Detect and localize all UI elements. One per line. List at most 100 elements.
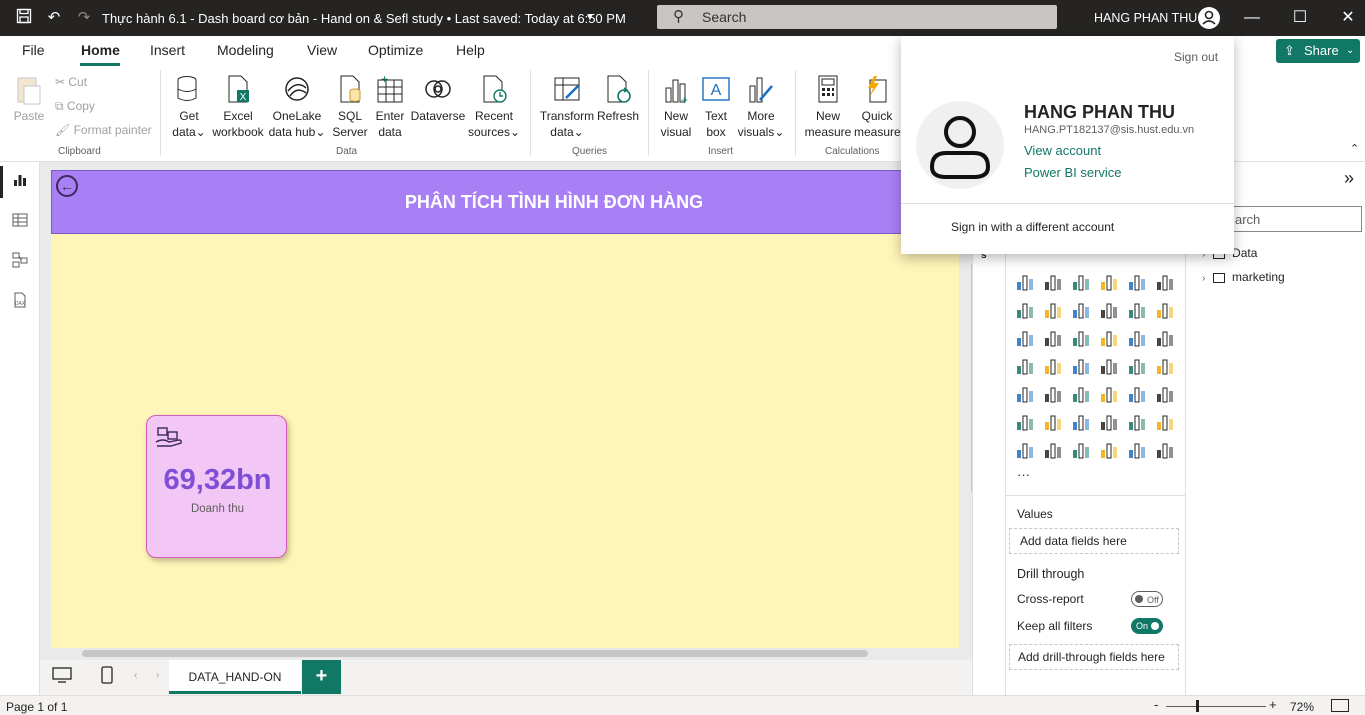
refresh-button[interactable]: Refresh bbox=[596, 74, 640, 124]
cut-button[interactable]: ✂ Cut bbox=[55, 75, 87, 89]
undo-icon[interactable]: ↶ bbox=[44, 8, 64, 28]
tab-insert[interactable]: Insert bbox=[150, 42, 185, 58]
maximize-icon[interactable]: ☐ bbox=[1288, 6, 1312, 30]
horizontal-scrollbar[interactable] bbox=[82, 650, 868, 657]
minimize-icon[interactable]: — bbox=[1240, 6, 1264, 30]
donut-visual-icon[interactable] bbox=[1155, 328, 1175, 348]
recent-sources-button[interactable]: Recent sources⌄ bbox=[466, 74, 522, 140]
onelake-button[interactable]: OneLake data hub⌄ bbox=[266, 74, 328, 140]
ribbon-visual-icon[interactable] bbox=[1099, 300, 1119, 320]
line-visual-icon[interactable] bbox=[1015, 300, 1035, 320]
new-card-visual-icon[interactable] bbox=[1099, 440, 1119, 460]
new-visual-button[interactable]: + New visual bbox=[656, 74, 696, 140]
multi-row-card-visual-icon[interactable] bbox=[1015, 384, 1035, 404]
user-avatar-icon[interactable] bbox=[1198, 7, 1220, 29]
zoom-in-button[interactable]: + bbox=[1269, 697, 1277, 712]
gauge-visual-icon[interactable] bbox=[1127, 356, 1147, 376]
scatter-visual-icon[interactable] bbox=[1099, 328, 1119, 348]
clustered-column-visual-icon[interactable] bbox=[1099, 272, 1119, 292]
stacked-column-visual-icon[interactable] bbox=[1043, 272, 1063, 292]
zoom-slider-thumb[interactable] bbox=[1196, 700, 1199, 712]
view-account-link[interactable]: View account bbox=[1024, 143, 1101, 158]
decomposition-tree-visual-icon[interactable] bbox=[1071, 412, 1091, 432]
kpi-card-revenue[interactable]: 69,32bn Doanh thu bbox=[146, 415, 287, 558]
pie-visual-icon[interactable] bbox=[1127, 328, 1147, 348]
dax-query-view-icon[interactable]: DAX bbox=[10, 292, 30, 312]
dataverse-button[interactable]: Dataverse bbox=[410, 74, 466, 124]
table-visual-icon[interactable] bbox=[1099, 384, 1119, 404]
add-page-button[interactable]: + bbox=[302, 660, 341, 694]
tab-modeling[interactable]: Modeling bbox=[217, 42, 274, 58]
zoom-slider-track[interactable] bbox=[1166, 706, 1266, 707]
new-measure-button[interactable]: New measure bbox=[804, 74, 852, 140]
paste-button[interactable]: Paste bbox=[12, 74, 46, 124]
slicer-visual-icon[interactable] bbox=[1071, 384, 1091, 404]
metrics-visual-icon[interactable] bbox=[1155, 412, 1175, 432]
next-page-icon[interactable]: › bbox=[156, 670, 159, 681]
report-view-icon[interactable] bbox=[10, 172, 30, 192]
more-visuals-button[interactable]: More visuals⌄ bbox=[736, 74, 786, 140]
tab-file[interactable]: File bbox=[22, 42, 45, 58]
sql-server-button[interactable]: SQL Server bbox=[330, 74, 370, 140]
fit-to-page-icon[interactable] bbox=[1331, 699, 1349, 712]
line-clustered-visual-icon[interactable] bbox=[1015, 328, 1035, 348]
power-automate-visual-icon[interactable] bbox=[1071, 440, 1091, 460]
azure-map-visual-icon[interactable] bbox=[1099, 356, 1119, 376]
collapse-ribbon-icon[interactable]: ⌃ bbox=[1350, 142, 1359, 155]
paginated-visual-icon[interactable] bbox=[1015, 440, 1035, 460]
transform-data-button[interactable]: Transform data⌄ bbox=[538, 74, 596, 140]
stacked-bar-visual-icon[interactable] bbox=[1015, 272, 1035, 292]
chevron-visual-icon[interactable] bbox=[1155, 440, 1175, 460]
quick-measure-button[interactable]: Quick measure bbox=[854, 74, 901, 140]
sign-out-link[interactable]: Sign out bbox=[1174, 50, 1218, 64]
key-influencers-visual-icon[interactable] bbox=[1043, 412, 1063, 432]
line-column-visual-icon[interactable] bbox=[1155, 300, 1175, 320]
enter-data-button[interactable]: + Enter data bbox=[372, 72, 408, 140]
matrix-visual-icon[interactable] bbox=[1127, 384, 1147, 404]
100-bar-visual-icon[interactable] bbox=[1127, 272, 1147, 292]
clustered-bar-visual-icon[interactable] bbox=[1071, 272, 1091, 292]
table-view-icon[interactable] bbox=[10, 212, 30, 232]
keep-filters-toggle[interactable]: On bbox=[1131, 618, 1163, 634]
r-visual-visual-icon[interactable] bbox=[1155, 384, 1175, 404]
treemap-visual-icon[interactable] bbox=[1015, 356, 1035, 376]
format-painter-button[interactable]: 🖌 Format painter bbox=[55, 123, 152, 137]
card-visual-icon[interactable] bbox=[1155, 356, 1175, 376]
funnel-bar-visual-icon[interactable] bbox=[1043, 328, 1063, 348]
chevron-down-icon[interactable]: ▼ bbox=[580, 8, 600, 28]
table-item-marketing[interactable]: › marketing bbox=[1202, 270, 1285, 284]
narrative-visual-icon[interactable] bbox=[1127, 412, 1147, 432]
tab-optimize[interactable]: Optimize bbox=[368, 42, 423, 58]
text-box-button[interactable]: A Text box bbox=[698, 74, 734, 140]
mobile-layout-icon[interactable] bbox=[100, 666, 114, 687]
more-visuals-ellipsis[interactable]: ··· bbox=[1017, 467, 1030, 482]
values-well[interactable]: Add data fields here bbox=[1009, 528, 1179, 554]
map-visual-icon[interactable] bbox=[1043, 356, 1063, 376]
zoom-out-button[interactable]: - bbox=[1154, 697, 1158, 712]
redo-icon[interactable]: ↷ bbox=[74, 8, 94, 28]
cross-report-toggle[interactable]: Off bbox=[1131, 591, 1163, 607]
page-tab[interactable]: DATA_HAND-ON bbox=[169, 660, 301, 694]
report-page[interactable]: ← PHÂN TÍCH TÌNH HÌNH ĐƠN HÀNG 69,32bn D… bbox=[51, 170, 979, 648]
filled-map-visual-icon[interactable] bbox=[1071, 356, 1091, 376]
power-apps-visual-icon[interactable] bbox=[1043, 440, 1063, 460]
tab-view[interactable]: View bbox=[307, 42, 337, 58]
search-input[interactable]: ⚲ Search bbox=[657, 5, 1057, 29]
prev-page-icon[interactable]: ‹ bbox=[134, 670, 137, 681]
excel-workbook-button[interactable]: X Excel workbook bbox=[210, 74, 266, 140]
qa-visual-icon[interactable] bbox=[1099, 412, 1119, 432]
share-button[interactable]: ⇪ Share ⌄ bbox=[1276, 39, 1360, 63]
drill-through-well[interactable]: Add drill-through fields here bbox=[1009, 644, 1179, 670]
tab-home[interactable]: Home bbox=[81, 42, 120, 58]
close-icon[interactable]: ✕ bbox=[1336, 6, 1360, 30]
power-bi-service-link[interactable]: Power BI service bbox=[1024, 165, 1122, 180]
diamond-visual-icon[interactable] bbox=[1127, 440, 1147, 460]
waterfall-visual-icon[interactable] bbox=[1127, 300, 1147, 320]
user-name[interactable]: HANG PHAN THU bbox=[1094, 11, 1197, 25]
tab-help[interactable]: Help bbox=[456, 42, 485, 58]
kpi-visual-icon[interactable] bbox=[1043, 384, 1063, 404]
expand-pane-icon[interactable]: » bbox=[1344, 168, 1354, 189]
sign-in-different-account-link[interactable]: Sign in with a different account bbox=[951, 220, 1114, 234]
100-column-visual-icon[interactable] bbox=[1155, 272, 1175, 292]
get-data-button[interactable]: Get data⌄ bbox=[170, 74, 208, 140]
